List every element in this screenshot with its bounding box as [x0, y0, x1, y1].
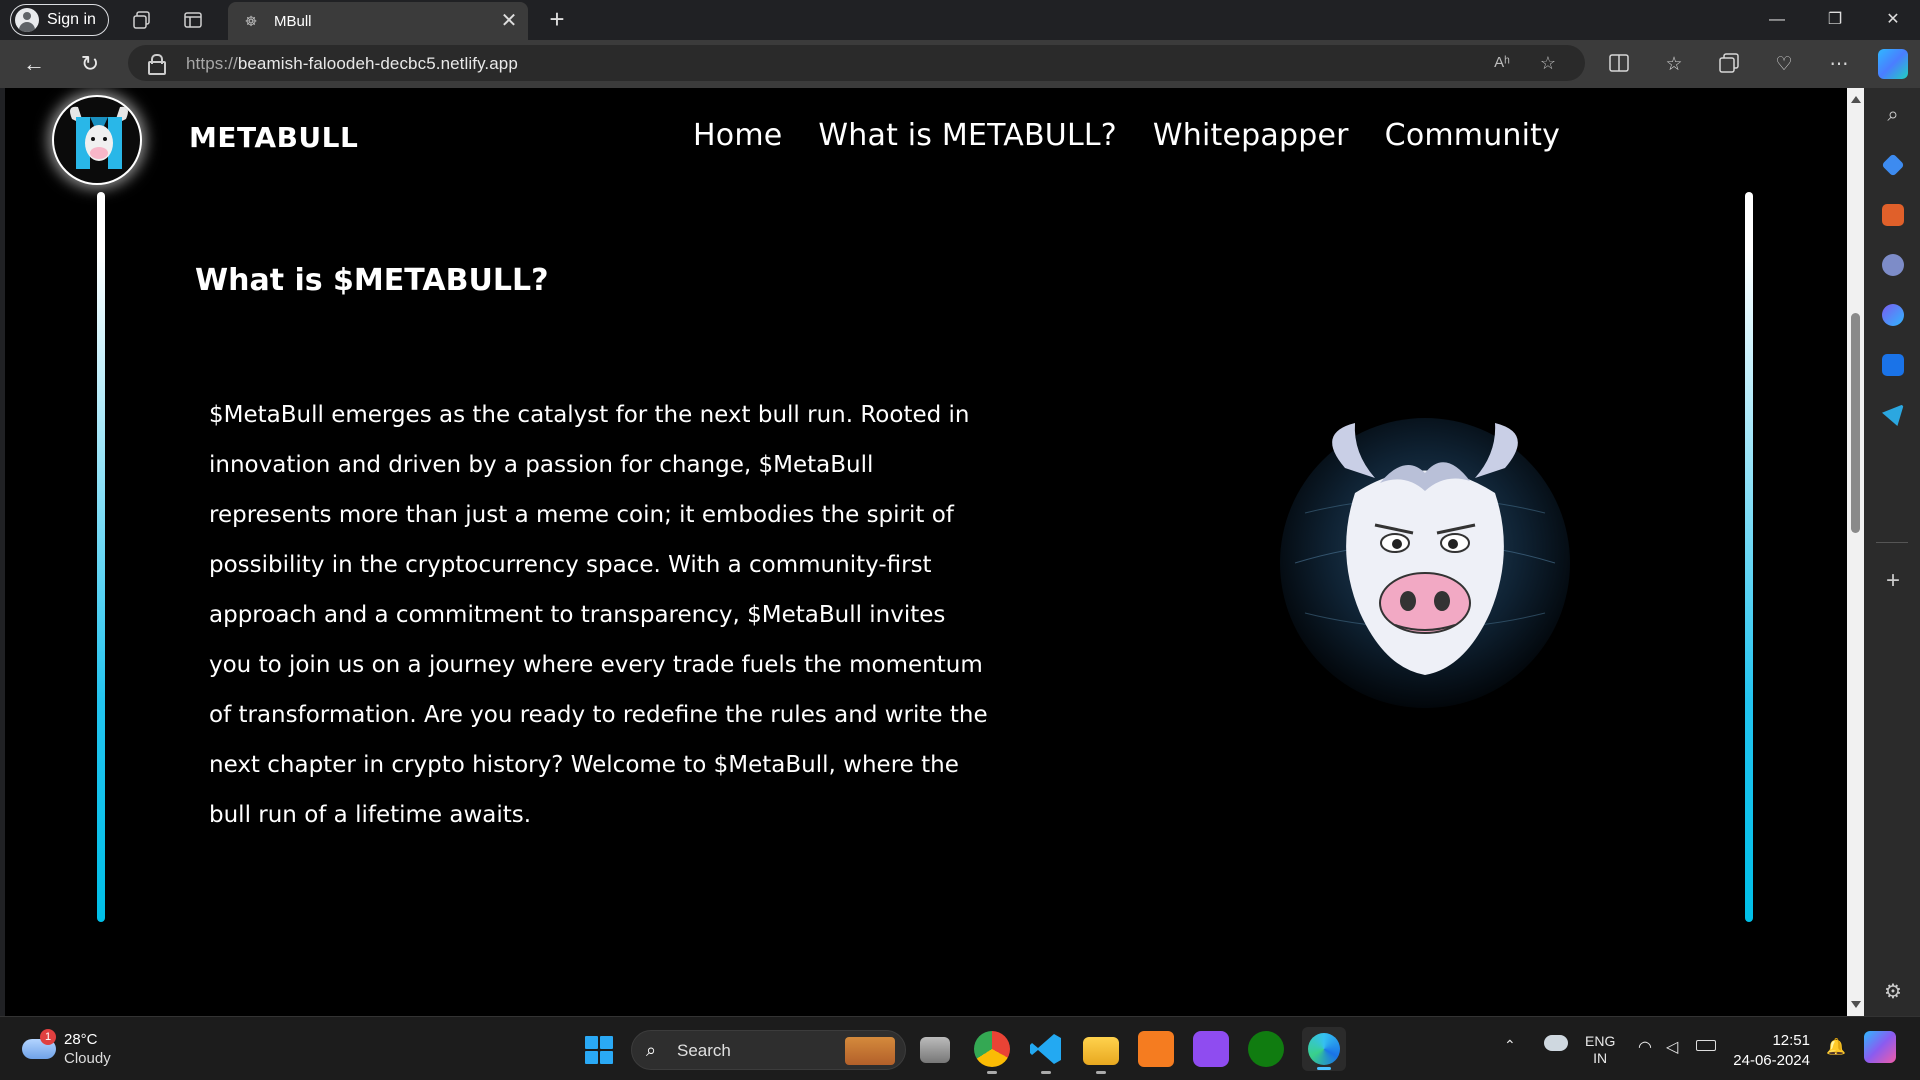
restore-button[interactable]: ❐: [1806, 0, 1864, 40]
page-scrollbar[interactable]: [1847, 88, 1864, 1016]
close-window-button[interactable]: ✕: [1864, 0, 1920, 40]
sidebar-settings-icon[interactable]: ⚙: [1882, 981, 1904, 1003]
start-button[interactable]: [585, 1036, 613, 1064]
more-options-icon[interactable]: ⋯: [1826, 52, 1852, 78]
bull-favicon-icon: ☸: [244, 13, 258, 29]
workspaces-icon[interactable]: [130, 8, 154, 32]
sidebar-divider: [1876, 542, 1908, 543]
sidebar-shopping-icon[interactable]: [1881, 153, 1905, 177]
scroll-up-icon[interactable]: [1851, 96, 1861, 103]
nav-what-is-metabull[interactable]: What is METABULL?: [818, 118, 1117, 153]
show-hidden-icons[interactable]: ⌃: [1504, 1037, 1516, 1054]
left-accent-bar: [97, 192, 105, 922]
browser-tab-bar: Sign in ☸ MBull ✕ + — ❐ ✕: [0, 0, 1920, 40]
sidebar-tools-icon[interactable]: [1882, 204, 1904, 226]
language-indicator[interactable]: ENG IN: [1585, 1033, 1615, 1067]
nav-home[interactable]: Home: [693, 118, 782, 153]
metabull-globe-image: [1275, 413, 1575, 713]
address-toolbar: ← ↻ https://beamish-faloodeh-decbc5.netl…: [0, 40, 1920, 88]
metabull-logo[interactable]: [52, 95, 142, 185]
refresh-icon[interactable]: ↻: [76, 50, 104, 78]
search-icon: ⌕: [646, 1040, 657, 1060]
temperature: 28°C: [64, 1031, 98, 1048]
sidebar-outlook-icon[interactable]: [1882, 354, 1904, 376]
right-accent-bar: [1745, 192, 1753, 922]
xampp-icon[interactable]: [1138, 1031, 1174, 1067]
web-page: METABULL Home What is METABULL? Whitepap…: [5, 88, 1847, 1016]
battery-icon[interactable]: [1696, 1040, 1716, 1051]
main-nav: Home What is METABULL? Whitepapper Commu…: [693, 118, 1560, 153]
weather-widget[interactable]: 1 28°C Cloudy: [22, 1029, 142, 1069]
section-heading: What is $METABULL?: [195, 263, 549, 298]
edge-icon: [1308, 1033, 1340, 1065]
weather-badge: 1: [40, 1029, 56, 1045]
edge-sidebar: ⌕ + ⚙: [1864, 88, 1920, 1016]
brand-title[interactable]: METABULL: [189, 121, 358, 154]
time: 12:51: [1772, 1032, 1810, 1049]
minimize-button[interactable]: —: [1748, 0, 1806, 40]
scroll-down-icon[interactable]: [1851, 1001, 1861, 1008]
url-text[interactable]: https://beamish-faloodeh-decbc5.netlify.…: [186, 54, 518, 74]
copilot-taskbar-icon[interactable]: [1864, 1031, 1896, 1063]
favorite-star-icon[interactable]: ☆: [1536, 51, 1560, 75]
edge-taskbar-item[interactable]: [1302, 1027, 1346, 1071]
search-highlight-icon: [845, 1037, 895, 1065]
notification-bell-icon[interactable]: 🔔: [1826, 1037, 1846, 1057]
address-bar[interactable]: https://beamish-faloodeh-decbc5.netlify.…: [128, 45, 1585, 81]
clock[interactable]: 12:51 24-06-2024: [1730, 1031, 1810, 1071]
vscode-icon[interactable]: [1028, 1031, 1064, 1074]
profile-avatar-icon: [15, 8, 39, 32]
scroll-thumb[interactable]: [1851, 313, 1860, 533]
nav-community[interactable]: Community: [1385, 118, 1560, 153]
nav-whitepaper[interactable]: Whitepapper: [1153, 118, 1349, 153]
file-explorer-icon[interactable]: [1083, 1037, 1119, 1074]
sidebar-search-icon[interactable]: ⌕: [1882, 104, 1904, 126]
active-tab[interactable]: ☸ MBull ✕: [228, 2, 528, 40]
sign-in-button[interactable]: Sign in: [10, 4, 109, 36]
sign-in-label: Sign in: [47, 11, 96, 28]
section-paragraph: $MetaBull emerges as the catalyst for th…: [209, 402, 988, 828]
split-screen-icon[interactable]: [1606, 52, 1632, 78]
tab-title: MBull: [274, 12, 312, 30]
lock-icon[interactable]: [148, 54, 166, 75]
close-tab-icon[interactable]: ✕: [498, 10, 520, 32]
onedrive-icon[interactable]: [1544, 1035, 1568, 1051]
volume-icon[interactable]: ◁: [1666, 1037, 1678, 1057]
copilot-icon[interactable]: [1878, 49, 1908, 79]
sidebar-telegram-icon[interactable]: [1882, 404, 1904, 426]
favorites-icon[interactable]: ☆: [1661, 52, 1687, 78]
read-aloud-icon[interactable]: Aʰ: [1490, 51, 1514, 75]
vertical-tabs-icon[interactable]: [181, 8, 205, 32]
browser-essentials-icon[interactable]: ♡: [1771, 52, 1797, 78]
task-view-icon[interactable]: [920, 1037, 950, 1063]
xbox-icon[interactable]: [1248, 1031, 1284, 1067]
back-arrow-icon[interactable]: ←: [20, 50, 48, 78]
new-tab-button[interactable]: +: [542, 4, 572, 34]
weather-condition: Cloudy: [64, 1050, 111, 1067]
date: 24-06-2024: [1733, 1052, 1810, 1069]
app-icon[interactable]: [1193, 1031, 1229, 1067]
wifi-icon[interactable]: ◠: [1638, 1037, 1652, 1057]
search-label: Search: [677, 1041, 731, 1060]
sidebar-games-icon[interactable]: [1882, 254, 1904, 276]
chrome-icon[interactable]: [974, 1031, 1010, 1074]
sidebar-copilot-icon[interactable]: [1882, 304, 1904, 326]
windows-taskbar: 1 28°C Cloudy ⌕ Search ⌃ ENG IN ◠ ◁ 12:5…: [0, 1016, 1920, 1080]
taskbar-search[interactable]: ⌕ Search: [631, 1030, 906, 1070]
collections-icon[interactable]: [1716, 52, 1742, 78]
sidebar-add-icon[interactable]: +: [1882, 569, 1904, 593]
